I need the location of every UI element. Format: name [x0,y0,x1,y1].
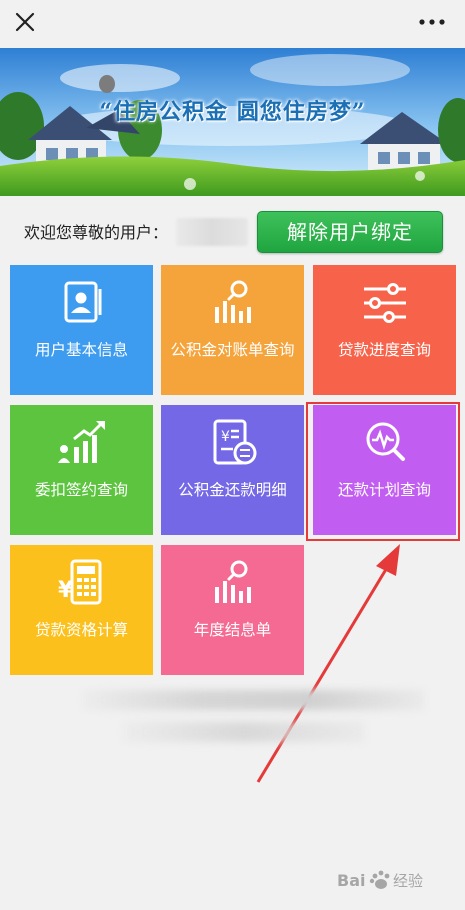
svg-text:经验: 经验 [393,872,423,890]
tile-label: 贷款进度查询 [337,341,431,359]
close-icon[interactable] [12,9,38,35]
tile-repayment-detail[interactable]: ¥ 公积金还款明细 [161,405,304,535]
user-card-icon [10,277,153,329]
top-bar [0,0,465,46]
banner: “住房公积金 圆您住房梦” [0,48,465,196]
calculator-yuan-icon: ¥ [10,557,153,609]
username-redacted [176,218,248,246]
svg-text:¥: ¥ [58,578,74,603]
repayment-detail-icon: ¥ [161,417,304,469]
welcome-label: 欢迎您尊敬的用户： [24,223,169,242]
tile-label: 年度结息单 [193,621,272,639]
tile-label: 公积金还款明细 [178,481,287,499]
blurred-footer-text [84,690,424,710]
page: “住房公积金 圆您住房梦” 欢迎您尊敬的用户： 解除用户绑定 用户基本信息 公积… [0,0,465,910]
tile-label: 委扣签约查询 [34,481,128,499]
bar-chart-search-icon [161,277,304,329]
tile-loan-progress[interactable]: 贷款进度查询 [313,265,456,395]
tile-statement-query[interactable]: 公积金对账单查询 [161,265,304,395]
svg-text:¥: ¥ [221,429,230,445]
tile-annual-interest[interactable]: 年度结息单 [161,545,304,675]
banner-slogan: “住房公积金 圆您住房梦” [99,99,366,125]
svg-text:Bai: Bai [337,871,365,890]
growth-chart-icon [10,417,153,469]
tile-deduction-signing[interactable]: 委扣签约查询 [10,405,153,535]
tile-label: 用户基本信息 [34,341,128,359]
unbind-user-button[interactable]: 解除用户绑定 [257,211,443,253]
baidu-jingyan-watermark: Bai 经验 [337,866,447,894]
tile-user-info[interactable]: 用户基本信息 [10,265,153,395]
bar-chart-search-icon [161,557,304,609]
sliders-icon [313,277,456,329]
annotation-highlight-box [306,402,460,541]
welcome-row: 欢迎您尊敬的用户： 解除用户绑定 [0,208,465,254]
baidu-logo-icon: Bai 经验 [337,870,423,890]
blurred-footer-text [124,722,364,742]
tile-label: 贷款资格计算 [34,621,128,639]
tile-loan-eligibility[interactable]: ¥ 贷款资格计算 [10,545,153,675]
more-options-icon[interactable] [415,12,449,32]
tile-label: 公积金对账单查询 [170,341,295,359]
